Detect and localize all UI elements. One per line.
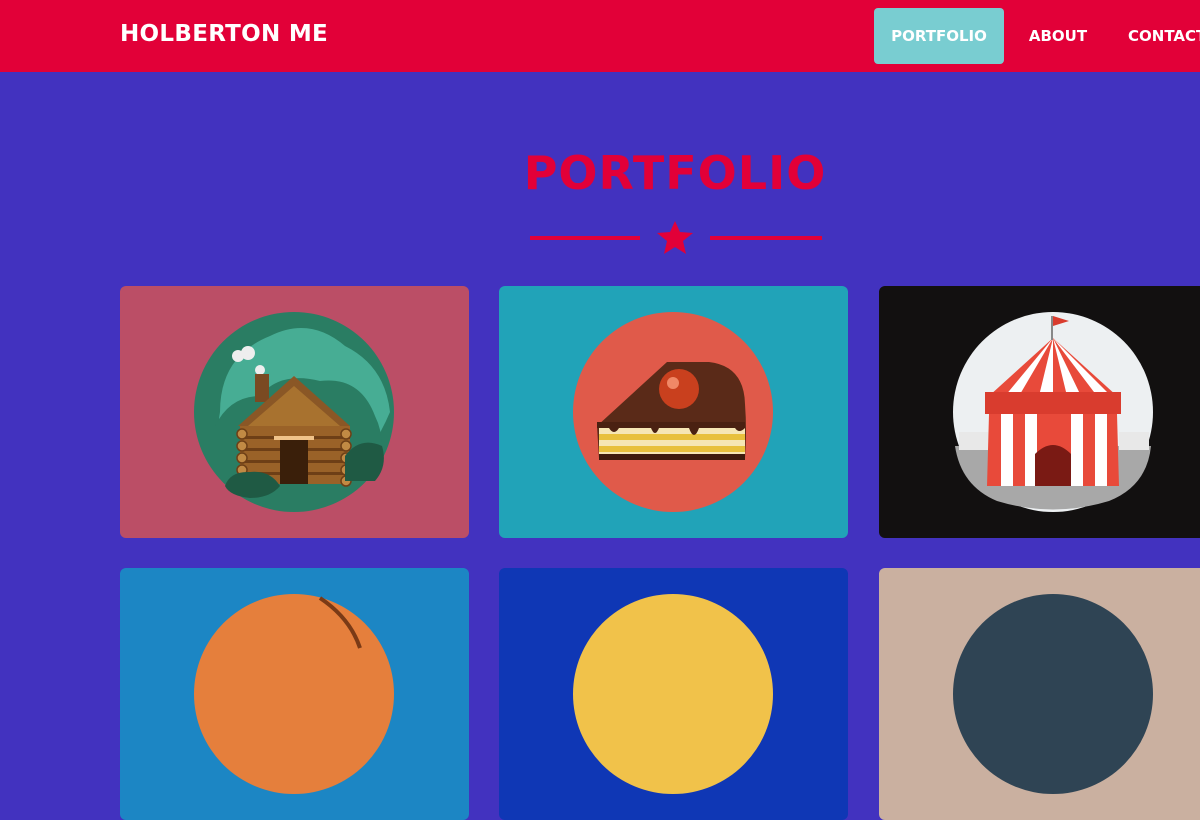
brand-logo[interactable]: HOLBERTON ME xyxy=(120,21,328,47)
star-icon xyxy=(657,221,693,254)
page-title: PORTFOLIO xyxy=(523,146,827,200)
divider-line-right xyxy=(710,236,822,240)
portfolio-card-cake[interactable] xyxy=(499,286,848,538)
nav-portfolio[interactable]: PORTFOLIO xyxy=(874,8,1004,64)
dark-circle-icon xyxy=(953,594,1153,794)
title-divider xyxy=(530,221,822,254)
portfolio-card-dark[interactable] xyxy=(879,568,1200,820)
nav-contact[interactable]: CONTACT xyxy=(1112,8,1200,64)
portfolio-card-cabin[interactable] xyxy=(120,286,469,538)
cake-slice-icon xyxy=(573,312,773,512)
log-cabin-icon xyxy=(194,312,394,512)
top-navbar: HOLBERTON ME PORTFOLIO ABOUT CONTACT xyxy=(0,0,1200,72)
divider-line-left xyxy=(530,236,640,240)
portfolio-card-basketball[interactable] xyxy=(120,568,469,820)
portfolio-card-circus[interactable] xyxy=(879,286,1200,538)
basketball-icon xyxy=(194,594,394,794)
nav-about[interactable]: ABOUT xyxy=(1016,8,1100,64)
circus-tent-icon xyxy=(953,312,1153,512)
portfolio-card-yellow[interactable] xyxy=(499,568,848,820)
yellow-circle-icon xyxy=(573,594,773,794)
